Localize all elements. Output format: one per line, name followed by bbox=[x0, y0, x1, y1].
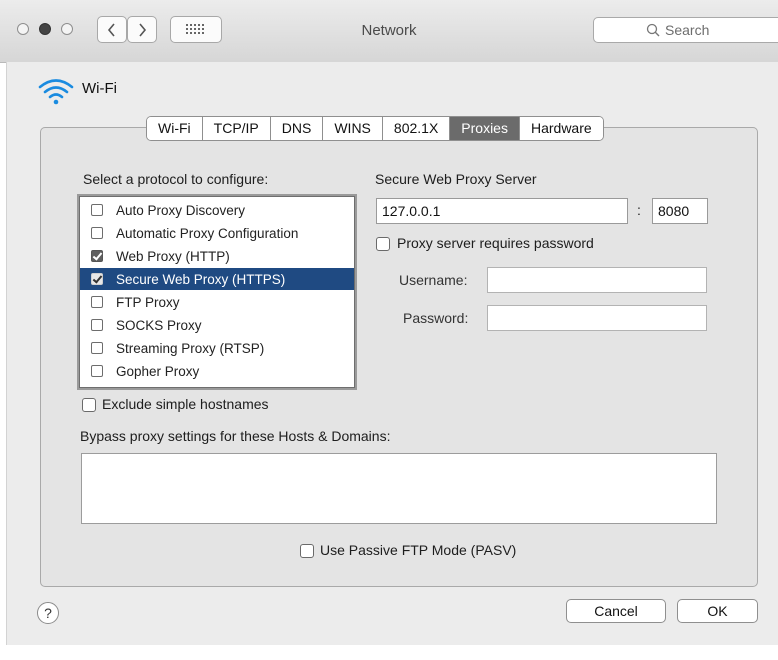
requires-password-checkbox[interactable] bbox=[376, 237, 390, 251]
service-name: Wi-Fi bbox=[82, 80, 117, 97]
wifi-icon bbox=[38, 79, 74, 105]
protocol-checkbox[interactable] bbox=[91, 296, 103, 308]
exclude-hostnames-checkbox[interactable] bbox=[82, 398, 96, 412]
protocol-item-gopher[interactable]: Gopher Proxy bbox=[80, 360, 354, 382]
ok-button[interactable]: OK bbox=[677, 599, 758, 623]
protocol-item-https[interactable]: Secure Web Proxy (HTTPS) bbox=[80, 268, 354, 290]
search-icon bbox=[646, 23, 660, 37]
protocol-item-label: Auto Proxy Discovery bbox=[116, 202, 246, 218]
username-field[interactable] bbox=[487, 267, 707, 293]
password-label: Password: bbox=[403, 310, 469, 326]
password-field[interactable] bbox=[487, 305, 707, 331]
tab-hardware[interactable]: Hardware bbox=[519, 117, 603, 140]
port-separator: : bbox=[637, 202, 641, 218]
protocol-item-label: Web Proxy (HTTP) bbox=[116, 248, 230, 264]
passive-ftp-checkbox[interactable] bbox=[300, 544, 314, 558]
protocol-item-socks[interactable]: SOCKS Proxy bbox=[80, 314, 354, 336]
protocol-item-label: Automatic Proxy Configuration bbox=[116, 225, 299, 241]
proxy-host-field[interactable]: 127.0.0.1 bbox=[376, 198, 628, 224]
bypass-hosts-textarea[interactable] bbox=[81, 453, 717, 524]
tab-bar: Wi-Fi TCP/IP DNS WINS 802.1X Proxies Har… bbox=[146, 116, 604, 141]
title-bar: Network Search bbox=[0, 0, 778, 63]
tab-dns[interactable]: DNS bbox=[270, 117, 324, 140]
tab-8021x[interactable]: 802.1X bbox=[382, 117, 451, 140]
protocol-item-ftp[interactable]: FTP Proxy bbox=[80, 291, 354, 313]
search-field[interactable]: Search bbox=[593, 17, 778, 43]
protocol-item-auto-discovery[interactable]: Auto Proxy Discovery bbox=[80, 199, 354, 221]
server-heading: Secure Web Proxy Server bbox=[375, 171, 537, 187]
username-label: Username: bbox=[399, 272, 468, 288]
tab-wins[interactable]: WINS bbox=[323, 117, 383, 140]
protocol-item-label: FTP Proxy bbox=[116, 294, 180, 310]
passive-ftp-label: Use Passive FTP Mode (PASV) bbox=[320, 542, 517, 558]
protocol-checkbox[interactable] bbox=[91, 365, 103, 377]
protocol-checkbox[interactable] bbox=[91, 227, 103, 239]
protocol-checkbox[interactable] bbox=[91, 204, 103, 216]
proxy-port-field[interactable]: 8080 bbox=[652, 198, 708, 224]
protocol-checkbox[interactable] bbox=[91, 342, 103, 354]
tab-wifi[interactable]: Wi-Fi bbox=[147, 117, 203, 140]
tab-tcpip[interactable]: TCP/IP bbox=[202, 117, 271, 140]
cancel-button[interactable]: Cancel bbox=[566, 599, 666, 623]
tab-proxies[interactable]: Proxies bbox=[450, 117, 520, 140]
protocol-heading: Select a protocol to configure: bbox=[83, 171, 269, 187]
protocol-item-auto-config[interactable]: Automatic Proxy Configuration bbox=[80, 222, 354, 244]
protocol-checkbox-checked[interactable] bbox=[91, 250, 103, 262]
protocol-checkbox[interactable] bbox=[91, 319, 103, 331]
search-placeholder: Search bbox=[665, 22, 710, 38]
protocol-item-label: Gopher Proxy bbox=[116, 363, 200, 379]
exclude-hostnames-label: Exclude simple hostnames bbox=[102, 396, 269, 412]
protocol-item-label: SOCKS Proxy bbox=[116, 317, 202, 333]
protocol-item-label: Streaming Proxy (RTSP) bbox=[116, 340, 265, 356]
bypass-label: Bypass proxy settings for these Hosts & … bbox=[80, 428, 391, 444]
protocol-item-rtsp[interactable]: Streaming Proxy (RTSP) bbox=[80, 337, 354, 359]
protocol-item-http[interactable]: Web Proxy (HTTP) bbox=[80, 245, 354, 267]
help-button[interactable]: ? bbox=[37, 602, 59, 624]
requires-password-label: Proxy server requires password bbox=[397, 235, 594, 251]
protocol-item-label: Secure Web Proxy (HTTPS) bbox=[116, 271, 286, 287]
protocol-list[interactable]: Auto Proxy Discovery Automatic Proxy Con… bbox=[79, 196, 355, 388]
protocol-checkbox-checked[interactable] bbox=[91, 273, 103, 285]
